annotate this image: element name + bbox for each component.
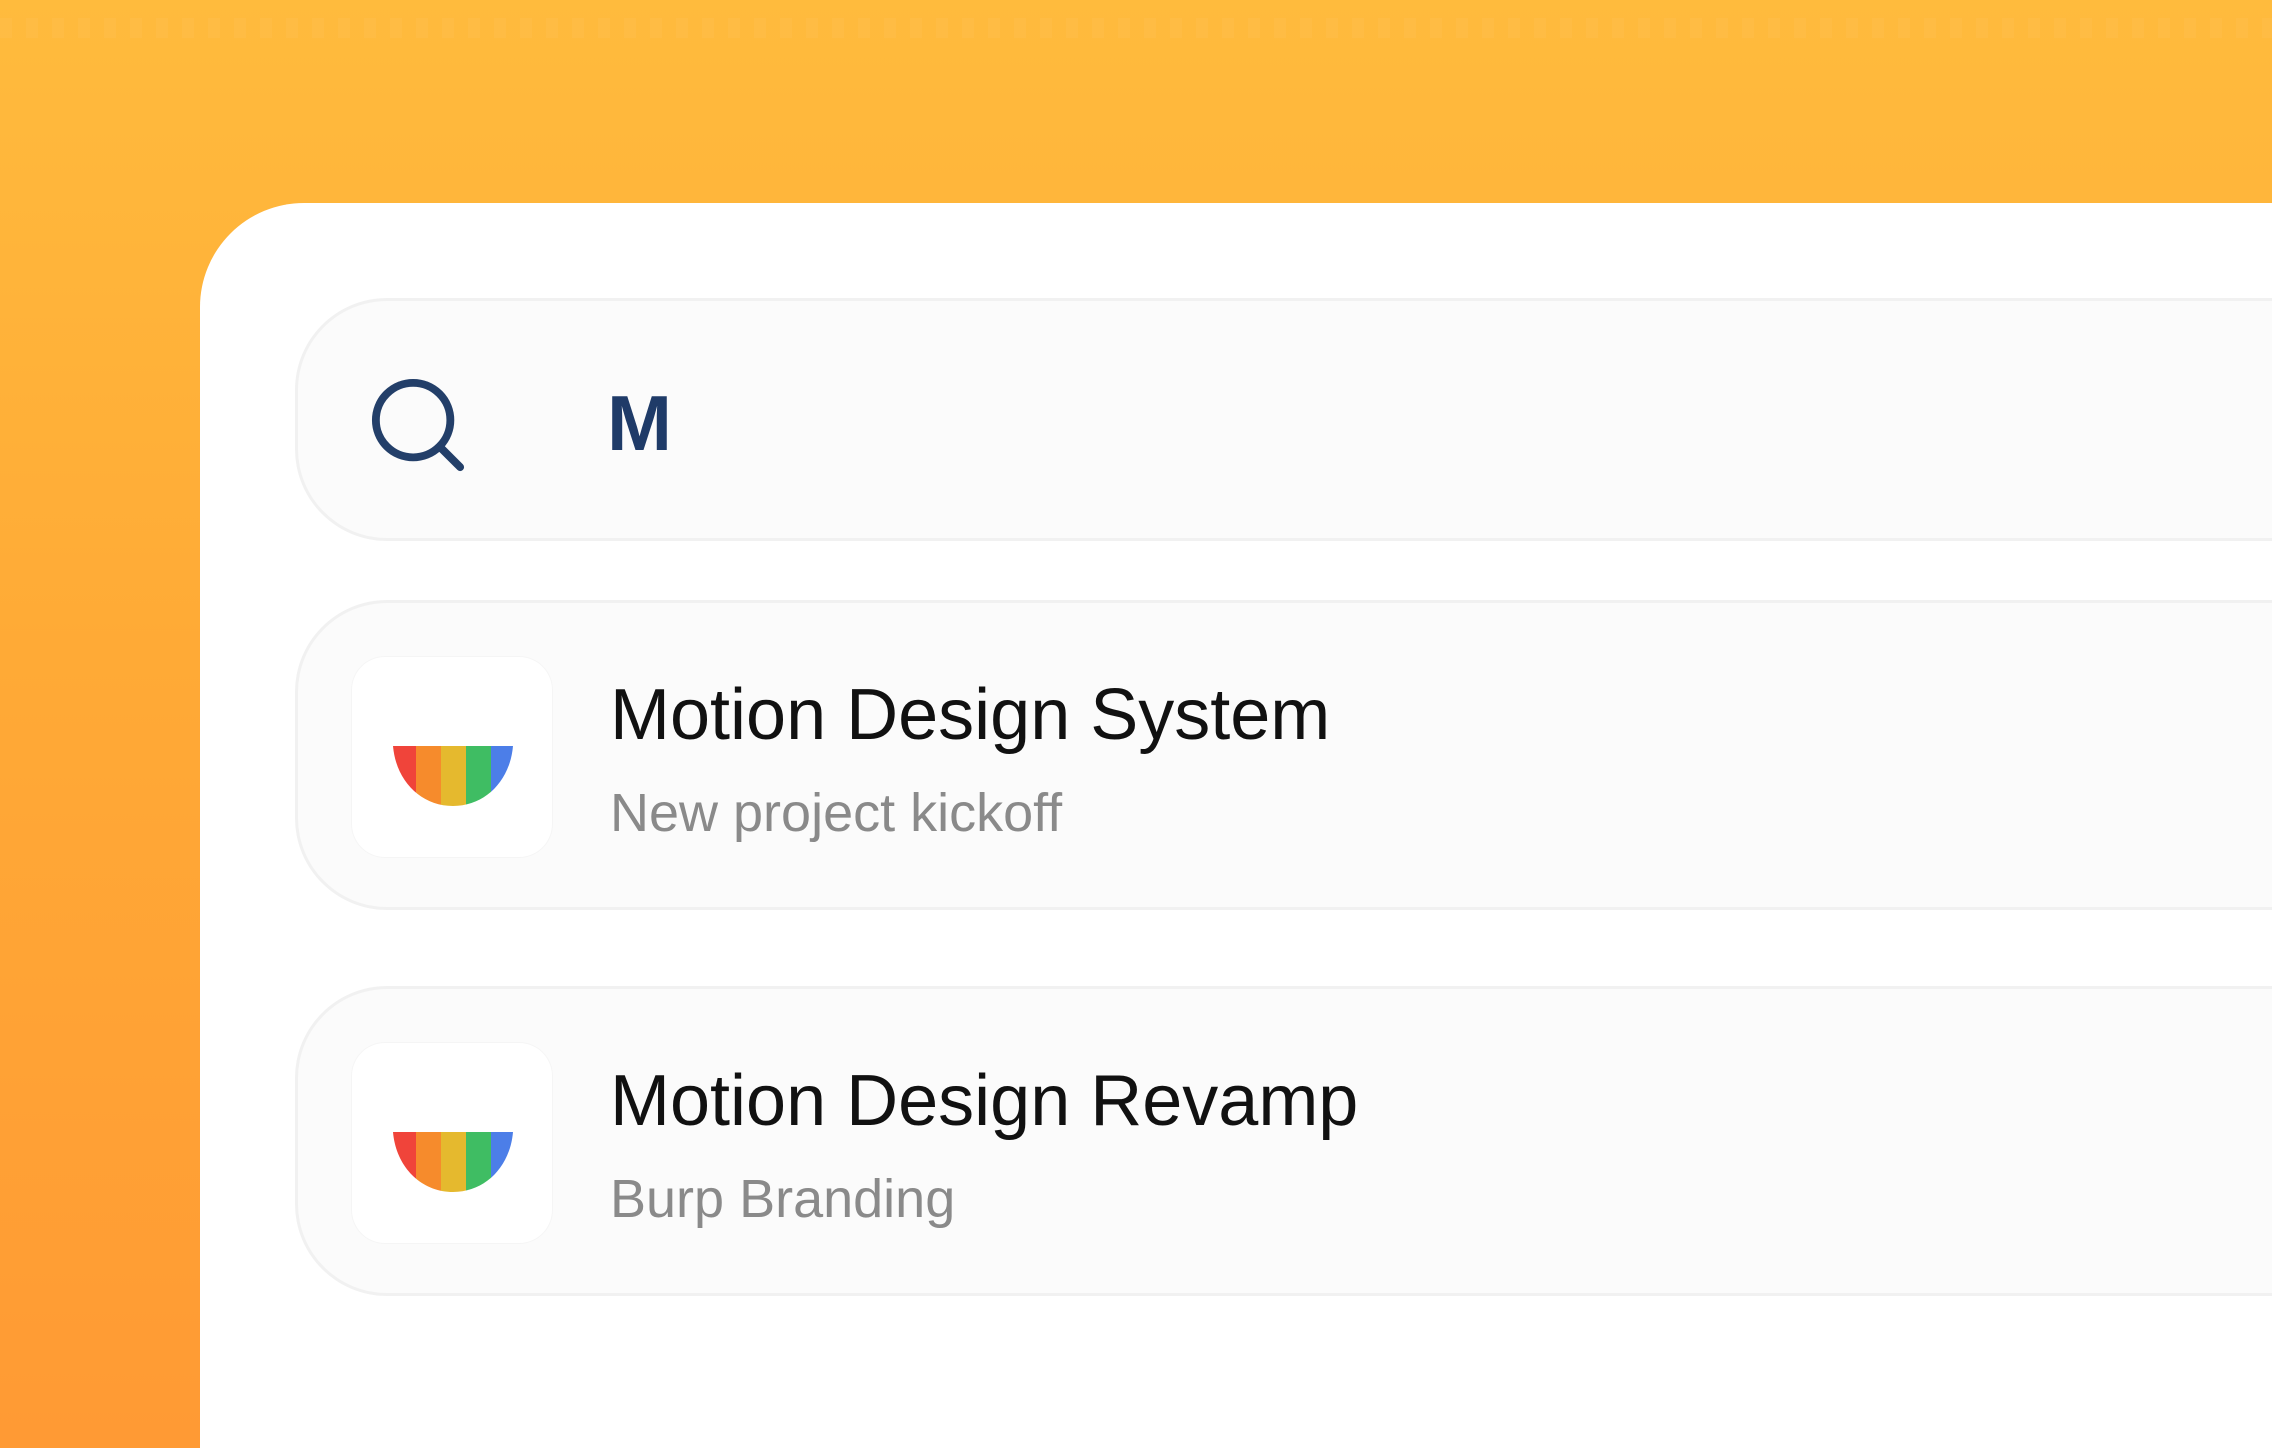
search-input[interactable] bbox=[607, 367, 1907, 479]
rainbow-icon bbox=[393, 1132, 513, 1192]
result-subtitle: New project kickoff bbox=[610, 783, 1063, 843]
result-title: Motion Design System bbox=[610, 675, 1331, 755]
result-icon-tile bbox=[351, 1042, 553, 1244]
background-top-texture bbox=[0, 18, 2272, 38]
search-result-motion-design-revamp[interactable]: Motion Design Revamp Burp Branding bbox=[295, 986, 2272, 1296]
rainbow-icon bbox=[393, 746, 513, 806]
search-icon bbox=[371, 378, 465, 472]
result-title: Motion Design Revamp bbox=[610, 1061, 1359, 1141]
search-bar[interactable] bbox=[295, 298, 2272, 541]
result-icon-tile bbox=[351, 656, 553, 858]
search-result-motion-design-system[interactable]: Motion Design System New project kickoff bbox=[295, 600, 2272, 910]
result-subtitle: Burp Branding bbox=[610, 1169, 956, 1229]
search-panel: Motion Design System New project kickoff bbox=[200, 203, 2272, 1448]
